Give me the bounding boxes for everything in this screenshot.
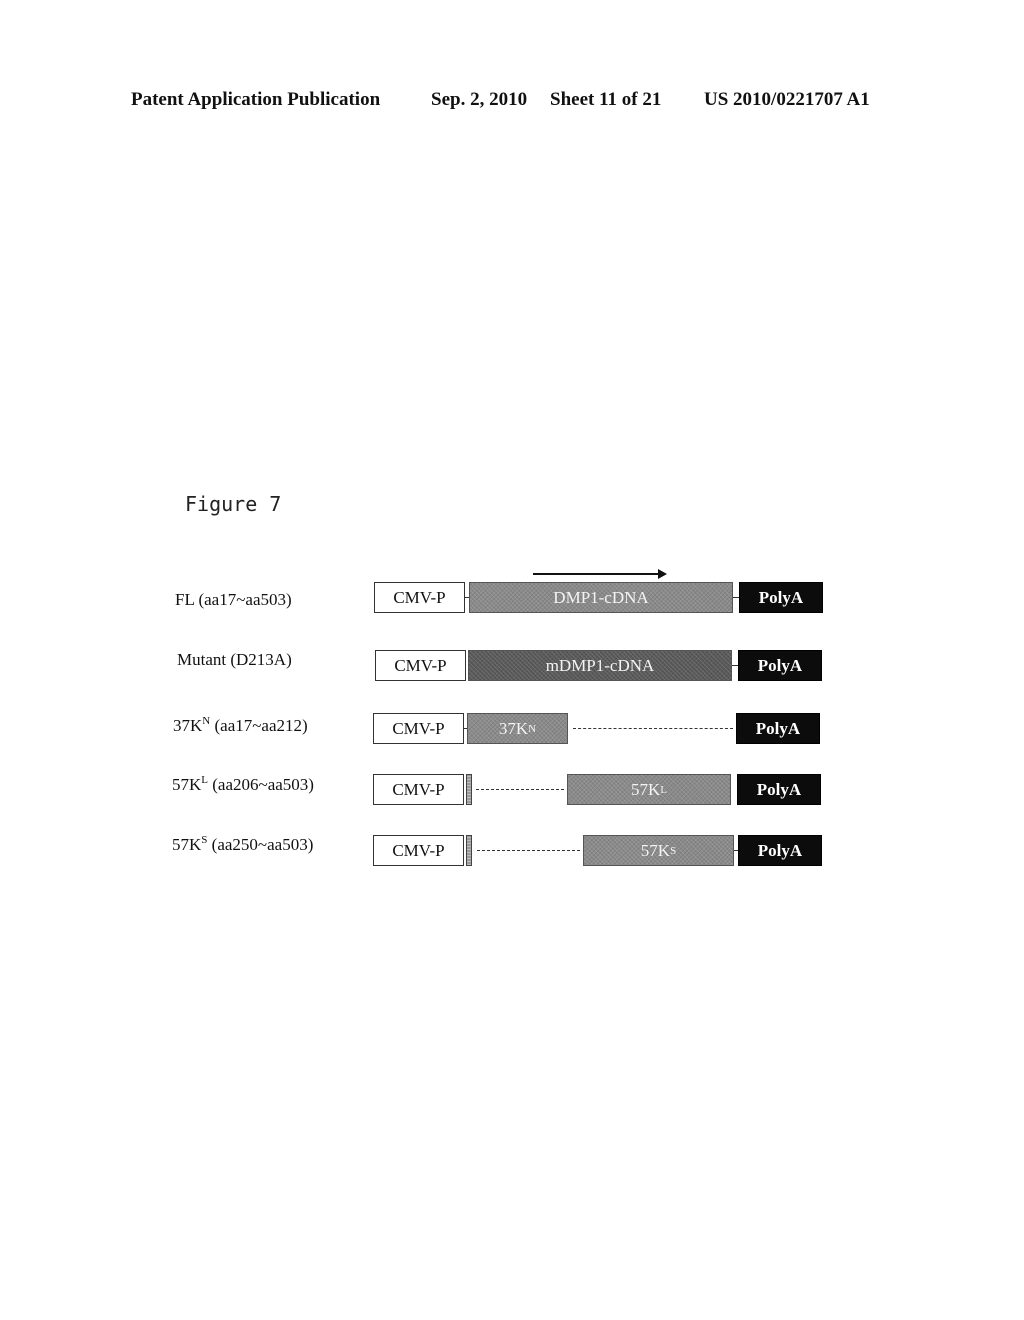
construct-label-57ks: 57KS (aa250~aa503) bbox=[172, 835, 313, 855]
polya-box: PolyA bbox=[738, 835, 822, 866]
arrow-head-icon bbox=[658, 569, 667, 579]
label-range: (aa206~aa503) bbox=[208, 775, 314, 794]
publication-type: Patent Application Publication bbox=[131, 89, 381, 110]
construct-label-fl: FL (aa17~aa503) bbox=[175, 590, 292, 609]
insert-box-57ks: 57K S bbox=[583, 835, 734, 866]
cmv-promoter-box: CMV-P bbox=[373, 713, 464, 744]
deleted-region-line bbox=[573, 728, 733, 729]
polya-box: PolyA bbox=[738, 650, 822, 681]
label-range: (aa250~aa503) bbox=[207, 835, 314, 854]
insert-box-57kl: 57K L bbox=[567, 774, 731, 805]
construct-label-mutant: Mutant (D213A) bbox=[177, 650, 292, 669]
construct-label-37kn: 37KN (aa17~aa212) bbox=[173, 716, 308, 736]
insert-base: 37K bbox=[498, 718, 529, 738]
deleted-region-line bbox=[477, 850, 580, 851]
figure-title: Figure 7 bbox=[185, 492, 282, 516]
cmv-promoter-box: CMV-P bbox=[375, 650, 466, 681]
cmv-promoter-box: CMV-P bbox=[373, 774, 464, 805]
patent-number: US 2010/0221707 A1 bbox=[704, 89, 870, 110]
deleted-region-line bbox=[476, 789, 564, 790]
publication-date: Sep. 2, 2010 bbox=[431, 89, 528, 110]
insert-box-dmp1-cdna: DMP1-cDNA bbox=[469, 582, 733, 613]
signal-peptide-box bbox=[466, 835, 472, 866]
construct-label-57kl: 57KL (aa206~aa503) bbox=[172, 775, 314, 795]
label-base: 57K bbox=[172, 775, 202, 794]
label-superscript: L bbox=[201, 774, 209, 786]
insert-box-37kn: 37K N bbox=[467, 713, 568, 744]
insert-base: 57K bbox=[640, 840, 671, 860]
polya-box: PolyA bbox=[739, 582, 823, 613]
insert-base: 57K bbox=[630, 779, 661, 799]
cmv-promoter-box: CMV-P bbox=[374, 582, 465, 613]
sheet-number: Sheet 11 of 21 bbox=[550, 89, 662, 110]
signal-peptide-box bbox=[466, 774, 472, 805]
insert-box-mdmp1-cdna: mDMP1-cDNA bbox=[468, 650, 732, 681]
polya-box: PolyA bbox=[736, 713, 820, 744]
transcription-arrow bbox=[533, 573, 659, 575]
cmv-promoter-box: CMV-P bbox=[373, 835, 464, 866]
label-range: (aa17~aa212) bbox=[210, 716, 308, 735]
label-base: 37K bbox=[173, 716, 203, 735]
polya-box: PolyA bbox=[737, 774, 821, 805]
label-base: 57K bbox=[172, 835, 202, 854]
